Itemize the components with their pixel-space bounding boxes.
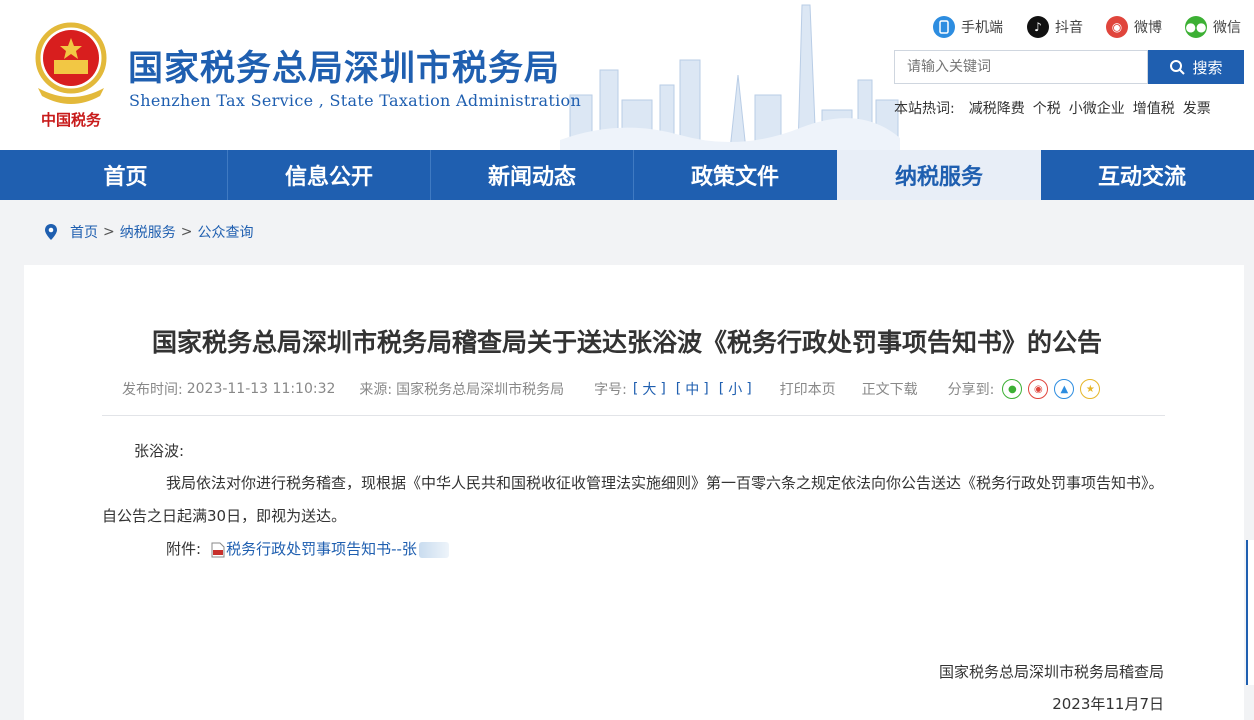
wechat-icon: ●● <box>1185 16 1207 38</box>
breadcrumb-tax-service[interactable]: 纳税服务 <box>120 222 176 242</box>
douyin-link[interactable]: ♪ 抖音 <box>1027 15 1083 39</box>
site-header: 中国税务 国家税务总局深圳市税务局 Shenzhen Tax Service ,… <box>0 0 1254 150</box>
source-label: 来源: <box>359 382 393 398</box>
weibo-link[interactable]: ◉ 微博 <box>1106 15 1162 39</box>
hot-word-link[interactable]: 小微企业 <box>1069 98 1125 118</box>
share-qq-icon[interactable]: ▲ <box>1054 379 1075 399</box>
hot-word-link[interactable]: 个税 <box>1033 98 1061 118</box>
font-large-button[interactable]: 大 <box>642 379 656 399</box>
font-size-label: 字号: <box>594 382 627 398</box>
mobile-icon <box>933 16 955 38</box>
search-button-label: 搜索 <box>1192 59 1223 77</box>
wechat-label: 微信 <box>1213 20 1241 36</box>
hot-word-link[interactable]: 减税降费 <box>969 98 1025 118</box>
publish-time: 2023-11-13 11:10:32 <box>186 381 336 397</box>
main-nav: 首页 信息公开 新闻动态 政策文件 纳税服务 互动交流 <box>0 150 1254 200</box>
svg-text:中国税务: 中国税务 <box>41 111 102 129</box>
share-wechat-icon[interactable]: ● <box>1002 379 1023 399</box>
print-button[interactable]: 打印本页 <box>780 379 836 399</box>
source-value: 国家税务总局深圳市税务局 <box>396 382 565 398</box>
nav-item-news[interactable]: 新闻动态 <box>431 150 633 200</box>
site-subtitle: Shenzhen Tax Service , State Taxation Ad… <box>129 91 582 110</box>
search-icon <box>1170 60 1186 75</box>
share-label: 分享到: <box>947 382 995 398</box>
font-medium-button[interactable]: 中 <box>685 379 699 399</box>
breadcrumb-home[interactable]: 首页 <box>70 222 98 242</box>
weibo-icon: ◉ <box>1106 16 1128 38</box>
hot-words: 本站热词: 减税降费 个税 小微企业 增值税 发票 <box>894 98 1219 118</box>
search-button[interactable]: 搜索 <box>1148 50 1244 84</box>
salutation: 张浴波: <box>134 442 185 460</box>
mobile-label: 手机端 <box>961 20 1003 36</box>
breadcrumb-separator: > <box>180 224 193 240</box>
nav-item-tax-service[interactable]: 纳税服务 <box>837 150 1041 200</box>
pdf-file-icon <box>211 542 225 557</box>
nav-item-home[interactable]: 首页 <box>24 150 227 200</box>
publish-time-label: 发布时间: <box>122 382 183 398</box>
article-card: 国家税务总局深圳市税务局稽查局关于送达张浴波《税务行政处罚事项告知书》的公告 发… <box>24 265 1244 720</box>
mobile-link[interactable]: 手机端 <box>933 15 1003 39</box>
hot-word-link[interactable]: 增值税 <box>1133 98 1175 118</box>
attachment-label: 附件: <box>166 540 202 558</box>
nav-item-info[interactable]: 信息公开 <box>228 150 430 200</box>
article-paragraph: 我局依法对你进行税务稽查，现根据《中华人民共和国税收征收管理法实施细则》第一百零… <box>102 474 1164 525</box>
article-title: 国家税务总局深圳市税务局稽查局关于送达张浴波《税务行政处罚事项告知书》的公告 <box>151 328 1102 357</box>
breadcrumb-public-query[interactable]: 公众查询 <box>197 222 253 242</box>
douyin-label: 抖音 <box>1055 20 1083 36</box>
location-pin-icon <box>45 224 57 240</box>
wechat-link[interactable]: ●● 微信 <box>1185 15 1241 39</box>
nav-item-policy[interactable]: 政策文件 <box>634 150 836 200</box>
floating-side-tab[interactable] <box>1246 540 1254 685</box>
site-title: 国家税务总局深圳市税务局 <box>128 49 561 89</box>
breadcrumb: 首页 > 纳税服务 > 公众查询 <box>44 222 253 242</box>
download-button[interactable]: 正文下载 <box>862 379 918 399</box>
hot-word-link[interactable]: 发票 <box>1183 98 1211 118</box>
attachment-row: 附件: 税务行政处罚事项告知书--张 <box>102 533 1165 566</box>
font-small-button[interactable]: 小 <box>728 379 742 399</box>
redaction-blur <box>418 541 449 558</box>
douyin-icon: ♪ <box>1027 16 1049 38</box>
breadcrumb-separator: > <box>103 224 115 240</box>
weibo-label: 微博 <box>1134 20 1162 36</box>
nav-item-interaction[interactable]: 互动交流 <box>1042 150 1242 200</box>
share-weibo-icon[interactable]: ◉ <box>1028 379 1049 399</box>
attachment-link[interactable]: 税务行政处罚事项告知书--张 <box>226 533 417 566</box>
meta-divider <box>102 415 1165 416</box>
article-meta: 发布时间: 2023-11-13 11:10:32 来源: 国家税务总局深圳市税… <box>122 379 1101 399</box>
national-emblem-logo: 中国税务 <box>35 22 107 129</box>
signature-date: 2023年11月7日 <box>1052 695 1164 713</box>
city-skyline-illustration <box>560 4 900 150</box>
signature-organization: 国家税务总局深圳市税务局稽查局 <box>938 663 1164 681</box>
search-input[interactable] <box>894 50 1148 84</box>
hot-words-label: 本站热词: <box>894 101 955 117</box>
share-qzone-icon[interactable]: ★ <box>1080 379 1101 399</box>
